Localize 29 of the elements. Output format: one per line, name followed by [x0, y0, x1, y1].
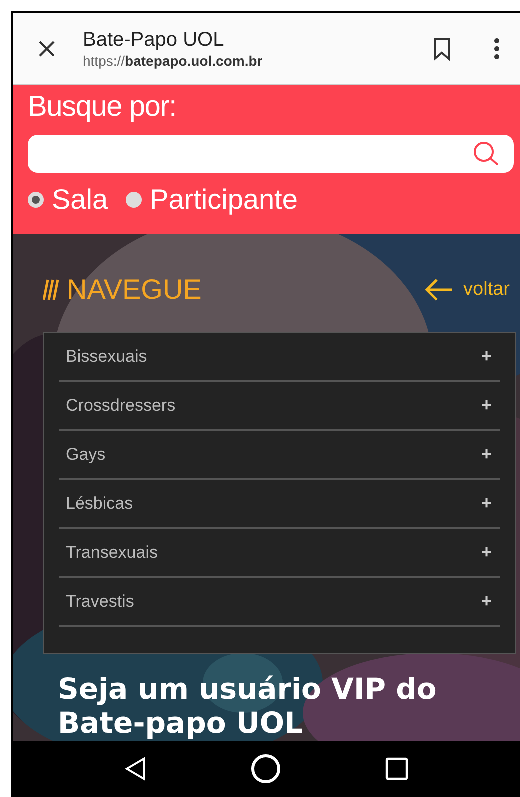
recents-icon[interactable] — [384, 757, 409, 781]
section-title: NAVEGUE — [67, 274, 202, 306]
expand-button[interactable]: + — [481, 343, 492, 370]
radio-button[interactable] — [126, 192, 142, 208]
category-link[interactable]: Transexuais — [66, 540, 158, 566]
expand-button[interactable]: + — [481, 539, 492, 566]
promo-heading: Seja um usuário VIP do Bate-papo UOL — [57, 672, 438, 740]
home-icon[interactable] — [250, 753, 282, 785]
category-link[interactable]: Travestis — [66, 588, 134, 614]
close-icon[interactable] — [37, 38, 57, 58]
expand-button[interactable]: + — [481, 392, 492, 419]
back-link[interactable]: voltar — [424, 276, 510, 304]
search-label: Busque por: — [28, 90, 178, 125]
arrow-left-icon — [424, 278, 454, 302]
radio-button[interactable] — [28, 192, 44, 208]
page-title: Bate-Papo UOL — [83, 28, 226, 52]
bookmark-icon[interactable] — [432, 36, 452, 60]
category-link[interactable]: Crossdressers — [66, 392, 176, 418]
expand-button[interactable]: + — [481, 441, 492, 468]
search-field[interactable] — [28, 135, 514, 173]
search-icon[interactable] — [472, 141, 500, 167]
category-link[interactable]: Bissexuais — [66, 344, 148, 370]
expand-button[interactable]: + — [481, 588, 492, 615]
category-link[interactable]: Lésbicas — [66, 490, 134, 516]
expand-button[interactable]: + — [481, 490, 492, 517]
stripes-icon — [43, 279, 61, 301]
page-url: https://batepapo.uol.com.br — [83, 52, 264, 70]
more-options-icon[interactable] — [494, 38, 500, 60]
category-link[interactable]: Gays — [66, 442, 106, 468]
